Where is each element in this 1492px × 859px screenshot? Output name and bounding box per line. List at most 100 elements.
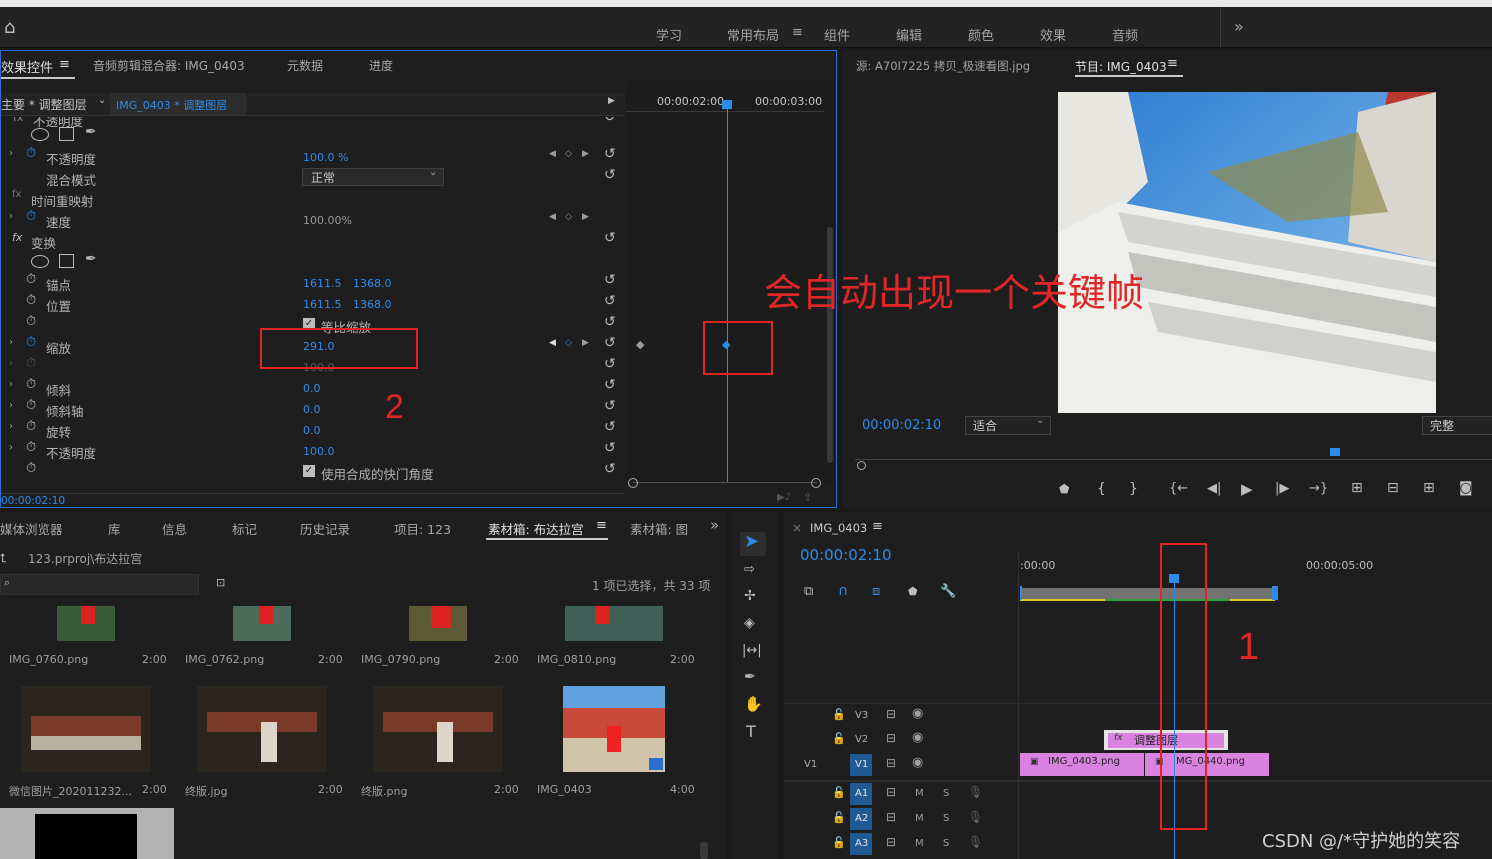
track-name[interactable]: A1 <box>855 788 868 799</box>
camera-icon[interactable]: ◙ <box>1459 480 1473 496</box>
workspace-audio[interactable]: 音频 <box>1112 25 1138 44</box>
timeremap-label[interactable]: 时间重映射 <box>31 191 94 210</box>
program-video-frame[interactable] <box>1058 92 1436 413</box>
mark-out-icon[interactable]: } <box>1129 481 1138 497</box>
lock-icon[interactable]: 🔓 <box>832 811 846 824</box>
bin-item-selected[interactable] <box>0 808 174 859</box>
stopwatch-icon[interactable]: ⏱ <box>26 377 36 392</box>
rect-mask-icon[interactable] <box>59 127 74 141</box>
sync-lock-icon[interactable]: ⊟ <box>886 835 896 849</box>
anchor-y[interactable]: 1368.0 <box>353 277 392 290</box>
reset-icon[interactable]: ↺ <box>604 293 616 309</box>
expand-icon[interactable]: › <box>9 421 13 432</box>
stopwatch-icon[interactable]: ⏱ <box>26 209 36 224</box>
lock-icon[interactable]: 🔓 <box>832 786 846 799</box>
sync-lock-icon[interactable]: ⊟ <box>886 731 896 745</box>
reset-icon[interactable]: ↺ <box>604 272 616 288</box>
reset-icon[interactable]: ↺ <box>604 230 616 246</box>
zoom-scrollbar[interactable] <box>633 482 817 483</box>
eye-icon[interactable]: ◉ <box>912 755 923 770</box>
program-scrubber[interactable] <box>855 448 1492 462</box>
add-keyframe-icon[interactable]: ◇ <box>565 338 572 348</box>
fit-select[interactable]: 适合 ⌄ <box>965 415 1051 435</box>
mute-button[interactable]: M <box>915 838 924 849</box>
workspace-learn[interactable]: 学习 <box>656 25 682 44</box>
tab-markers[interactable]: 标记 <box>232 519 257 538</box>
sequence-tab[interactable]: IMG_0403 <box>810 521 867 535</box>
stopwatch-icon[interactable]: ⏱ <box>26 419 36 434</box>
transform-label[interactable]: 变换 <box>31 233 56 252</box>
workspace-more-icon[interactable]: » <box>1234 17 1244 36</box>
sync-lock-icon[interactable]: ⊟ <box>886 785 896 799</box>
workspace-effects[interactable]: 效果 <box>1040 25 1066 44</box>
reset-icon[interactable]: ↺ <box>604 461 616 477</box>
linked-select-icon[interactable]: ⧈ <box>872 584 880 599</box>
bin-item[interactable]: IMG_0790.png 2:00 <box>352 606 526 672</box>
step-back-icon[interactable]: ◀| <box>1207 481 1221 496</box>
stopwatch-icon[interactable]: ⏱ <box>26 440 36 455</box>
eye-icon[interactable]: ◉ <box>912 730 923 745</box>
solo-button[interactable]: S <box>943 838 949 849</box>
panel-more-icon[interactable]: » <box>710 516 719 534</box>
next-keyframe-icon[interactable]: ▶ <box>582 149 589 159</box>
play-only-icon[interactable]: ▶ <box>608 96 615 106</box>
source-patch[interactable]: V1 <box>804 759 817 770</box>
fx-icon[interactable]: fx <box>12 231 22 244</box>
bin-item[interactable]: IMG_0810.png 2:00 <box>528 606 702 672</box>
keyframe-diamond-left[interactable]: ◆ <box>636 338 644 351</box>
transform-opacity-value[interactable]: 100.0 <box>303 445 335 458</box>
workspace-assembly[interactable]: 组件 <box>824 25 850 44</box>
rect-mask-icon[interactable] <box>59 254 74 268</box>
bin-item[interactable]: IMG_0762.png 2:00 <box>176 606 350 672</box>
play-icon[interactable]: ▶ <box>1241 480 1253 498</box>
rotate-value[interactable]: 0.0 <box>303 424 321 437</box>
program-timecode[interactable]: 00:00:02:10 <box>862 418 941 433</box>
tab-history[interactable]: 历史记录 <box>300 519 350 538</box>
expand-icon[interactable]: › <box>9 358 13 369</box>
clip-link[interactable]: IMG_0403 * 调整图层 <box>116 97 227 113</box>
reset-icon[interactable]: ↺ <box>604 314 616 330</box>
selection-tool-icon[interactable]: ➤ <box>744 531 759 552</box>
export-icon[interactable]: ⇪ <box>803 491 812 504</box>
pen-tool-icon[interactable]: ✒ <box>744 669 756 685</box>
next-keyframe-icon[interactable]: ▶ <box>582 338 589 348</box>
type-tool-icon[interactable]: T <box>746 722 756 741</box>
bin-item[interactable]: IMG_0760.png 2:00 <box>0 606 174 672</box>
pen-mask-icon[interactable]: ✒ <box>85 251 97 267</box>
hand-tool-icon[interactable]: ✋ <box>744 695 763 713</box>
expand-icon[interactable]: › <box>9 337 13 348</box>
stopwatch-icon[interactable]: ⏱ <box>26 272 36 287</box>
nest-icon[interactable]: ⧉ <box>804 584 813 599</box>
prev-keyframe-icon[interactable]: ◀ <box>549 149 556 159</box>
play-audio-icon[interactable]: ▶♪ <box>777 492 791 503</box>
solo-button[interactable]: S <box>943 788 949 799</box>
pen-mask-icon[interactable]: ✒ <box>85 124 97 140</box>
reset-icon[interactable]: ↺ <box>604 335 616 351</box>
ripple-edit-icon[interactable]: ✢ <box>744 588 756 604</box>
position-x[interactable]: 1611.5 <box>303 298 342 311</box>
add-keyframe-icon[interactable]: ◇ <box>565 212 572 222</box>
track-name[interactable]: V3 <box>855 710 868 721</box>
lock-icon[interactable]: 🔓 <box>832 708 846 721</box>
bin-item[interactable]: 终版.png 2:00 <box>352 686 526 802</box>
next-keyframe-icon[interactable]: ▶ <box>582 212 589 222</box>
workspace-menu-icon[interactable]: ≡ <box>792 25 803 40</box>
compare-icon[interactable]: ⊞ <box>1423 480 1435 496</box>
tab-progress[interactable]: 进度 <box>369 57 393 74</box>
bin-item[interactable]: 微信图片_202011232... 2:00 <box>0 686 174 802</box>
search-input[interactable]: ⌕ <box>0 574 199 595</box>
tab-effect-controls[interactable]: 效果控件 <box>1 57 53 76</box>
ellipse-mask-icon[interactable] <box>31 255 49 268</box>
new-bin-icon[interactable]: ⊡ <box>216 576 225 589</box>
vertical-scrollbar[interactable] <box>700 842 708 859</box>
clip-link-box[interactable]: IMG_0403 * 调整图层 <box>110 93 246 115</box>
reset-icon[interactable]: ↺ <box>604 440 616 456</box>
tab-audio-mixer[interactable]: 音频剪辑混合器: IMG_0403 <box>93 57 245 74</box>
step-forward-icon[interactable]: |▶ <box>1275 481 1289 496</box>
source-tab[interactable]: 源: A70I7225 拷贝_极速看图.jpg <box>856 58 1030 74</box>
tab-library[interactable]: 库 <box>108 519 121 538</box>
microphone-icon[interactable]: 🎙 <box>968 810 983 824</box>
expand-icon[interactable]: › <box>9 379 13 390</box>
folder-up-icon[interactable]: ⮤ <box>0 551 7 566</box>
speed-value[interactable]: 100.00% <box>303 214 352 227</box>
